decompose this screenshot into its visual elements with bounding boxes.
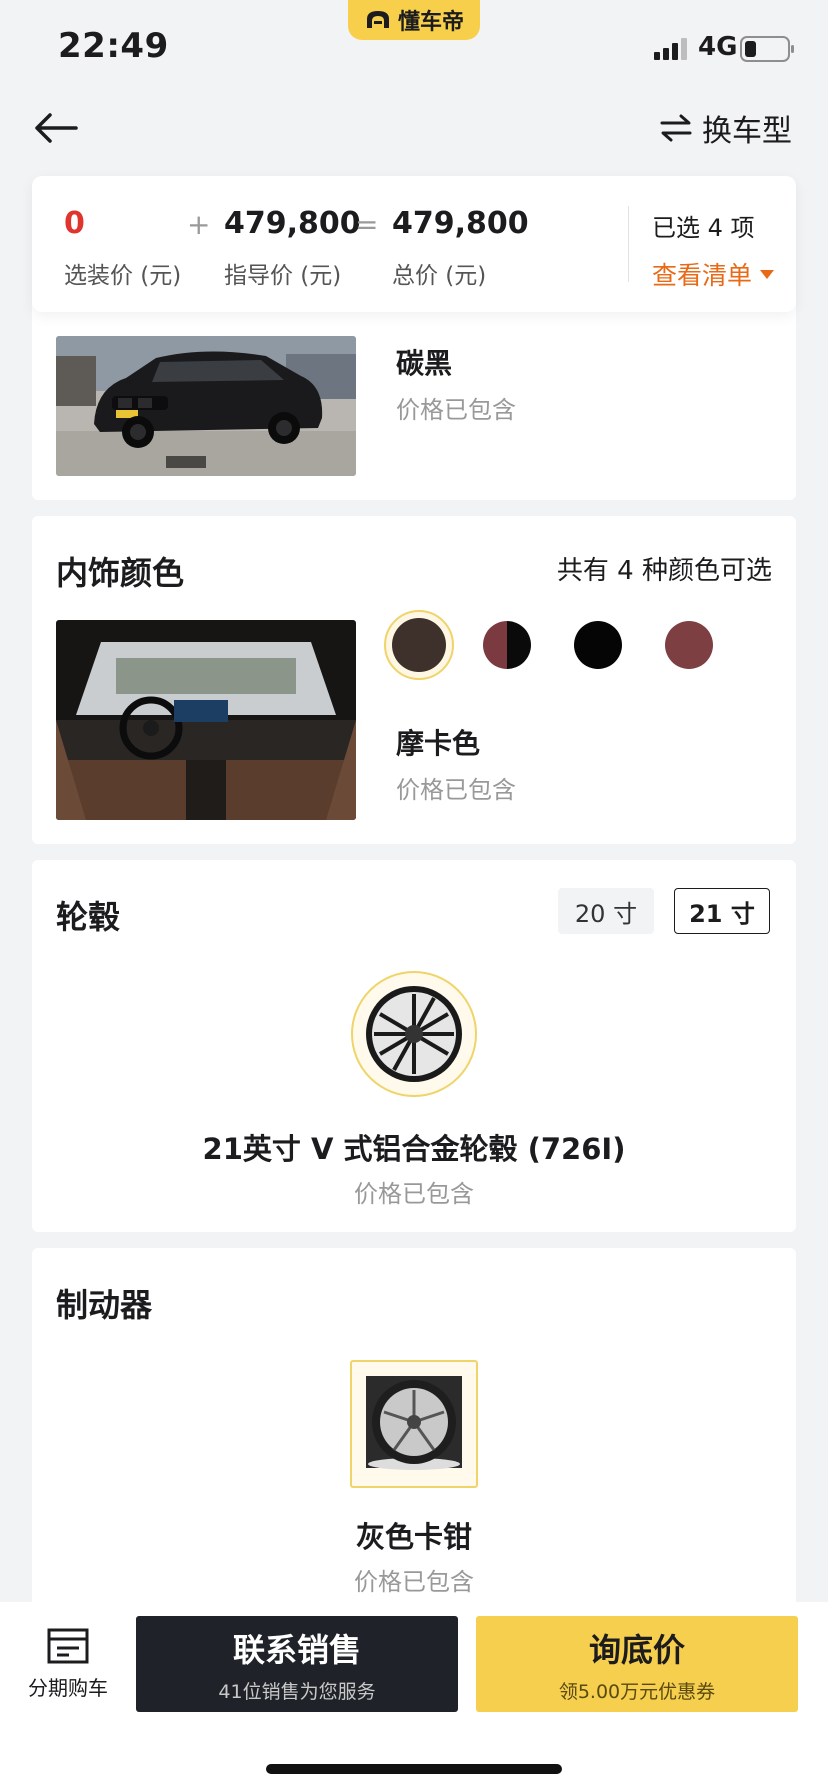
contact-sales-button[interactable]: 联系销售 41位销售为您服务 (136, 1616, 458, 1712)
switch-model-button[interactable]: 换车型 (660, 104, 800, 152)
interior-section-title: 内饰颜色 (56, 554, 185, 592)
interior-swatch-mocha[interactable] (392, 618, 446, 672)
price-inquiry-title: 询底价 (588, 1630, 685, 1669)
wheel-size-20-tab[interactable]: 20 寸 (558, 888, 654, 934)
wheels-section: 轮毂 20 寸 21 寸 21英寸 V 式铝合金轮毂 (726I) 价格已包含 (32, 860, 796, 1232)
interior-swatch-red-black[interactable] (483, 621, 531, 669)
plus-sign: + (187, 208, 211, 241)
wheel-price-note: 价格已包含 (354, 1180, 474, 1208)
switch-model-label: 换车型 (702, 114, 792, 149)
interior-color-name: 摩卡色 (396, 727, 481, 760)
installment-icon (47, 1628, 89, 1664)
brake-name: 灰色卡钳 (355, 1520, 472, 1554)
wheel-thumbnail[interactable] (350, 970, 478, 1098)
view-list-label: 查看清单 (652, 261, 753, 290)
arrow-left-icon (35, 113, 78, 143)
interior-color-section: 内饰颜色 共有 4 种颜色可选 摩卡色 价格已包含 (32, 516, 796, 844)
status-time: 22:49 (58, 26, 169, 66)
back-button[interactable] (30, 104, 82, 152)
guide-price-value: 479,800 (224, 206, 361, 241)
exterior-price-note: 价格已包含 (396, 396, 516, 424)
battery-icon (740, 36, 794, 62)
card-divider (628, 206, 629, 282)
network-type: 4G (698, 32, 738, 62)
brakes-section: 制动器 灰色卡钳 价格已包含 (32, 1248, 796, 1608)
installment-button[interactable]: 分期购车 (18, 1628, 118, 1701)
brand-logo-icon (366, 11, 389, 28)
interior-photo (56, 620, 356, 820)
wheels-section-title: 轮毂 (56, 898, 121, 936)
signal-icon (654, 38, 687, 60)
total-price-label: 总价 (元) (392, 263, 487, 289)
home-indicator (266, 1764, 562, 1774)
brand-badge: 懂车帝 (348, 0, 480, 40)
installment-label: 分期购车 (28, 1676, 108, 1700)
brand-name: 懂车帝 (397, 10, 464, 35)
view-list-button[interactable]: 查看清单 (652, 256, 775, 292)
selected-count: 已选 4 项 (652, 214, 755, 242)
exterior-color-section: 碳黑 价格已包含 (32, 300, 796, 500)
optional-price-label: 选装价 (元) (64, 263, 182, 289)
price-inquiry-button[interactable]: 询底价 领5.00万元优惠券 (476, 1616, 798, 1712)
interior-color-count: 共有 4 种颜色可选 (556, 556, 772, 586)
brake-price-note: 价格已包含 (354, 1568, 474, 1596)
contact-sales-subtitle: 41位销售为您服务 (218, 1680, 376, 1703)
contact-sales-title: 联系销售 (232, 1630, 361, 1669)
exterior-car-photo (56, 336, 356, 476)
wheel-name: 21英寸 V 式铝合金轮毂 (726I) (202, 1132, 626, 1166)
exterior-color-name: 碳黑 (396, 347, 453, 380)
interior-swatch-black[interactable] (574, 621, 622, 669)
wheel-size-21-tab[interactable]: 21 寸 (674, 888, 770, 934)
total-price-value: 479,800 (392, 206, 529, 241)
caret-down-icon (760, 269, 775, 279)
brakes-section-title: 制动器 (56, 1286, 153, 1324)
interior-swatch-red[interactable] (665, 621, 713, 669)
caliper-thumbnail[interactable] (350, 1360, 478, 1488)
optional-price-value: 0 (64, 206, 85, 241)
equals-sign: = (355, 208, 379, 241)
price-inquiry-subtitle: 领5.00万元优惠券 (558, 1680, 716, 1703)
price-summary-card: 0 选装价 (元) + 479,800 指导价 (元) = 479,800 总价… (32, 176, 796, 312)
swap-arrows-icon (660, 114, 692, 142)
guide-price-label: 指导价 (元) (224, 263, 342, 289)
interior-price-note: 价格已包含 (396, 776, 516, 804)
